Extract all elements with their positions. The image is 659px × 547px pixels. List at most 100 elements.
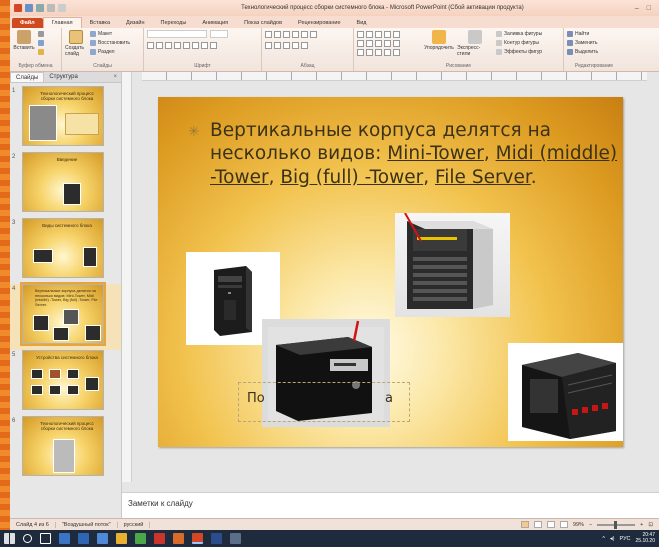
taskbar-app-icon[interactable] xyxy=(154,533,165,544)
numbering-icon[interactable] xyxy=(274,30,281,38)
taskbar-app-icon[interactable] xyxy=(97,533,108,544)
shape-star-icon[interactable] xyxy=(393,48,400,56)
slide-thumbnail[interactable]: 2 Введение xyxy=(10,152,121,218)
zoom-in-icon[interactable]: + xyxy=(640,522,643,528)
spacing-icon[interactable] xyxy=(192,41,199,49)
align-right-icon[interactable] xyxy=(283,41,290,49)
slide-canvas[interactable]: ✳ Вертикальные корпуса делятся на нескол… xyxy=(158,97,623,447)
shadow-icon[interactable] xyxy=(183,41,190,49)
windows-start-icon[interactable] xyxy=(4,533,15,544)
shape-outline-button[interactable]: Контур фигуры xyxy=(496,39,542,47)
language-indicator[interactable]: русский xyxy=(118,521,151,528)
close-icon[interactable]: × xyxy=(109,72,121,82)
link-file-server[interactable]: File Server xyxy=(435,167,531,188)
layout-button[interactable]: Макет xyxy=(90,30,130,38)
strikethrough-icon[interactable] xyxy=(174,41,181,49)
shape-fill-button[interactable]: Заливка фигуры xyxy=(496,30,542,38)
shape-curve-icon[interactable] xyxy=(366,48,373,56)
slide-title[interactable]: Вертикальные корпуса делятся на нескольк… xyxy=(210,119,620,189)
big-tower-image[interactable] xyxy=(508,343,623,441)
redo-icon[interactable] xyxy=(47,4,55,12)
shape-arrow-icon[interactable] xyxy=(357,48,364,56)
cut-button[interactable] xyxy=(38,30,44,38)
clock[interactable]: 20:47 25.10.20 xyxy=(636,532,655,544)
link-big-tower[interactable]: Big (full) -Tower xyxy=(280,167,423,188)
maximize-icon[interactable]: □ xyxy=(647,5,651,12)
slide-thumbnail[interactable]: 3 Виды системного блока xyxy=(10,218,121,284)
taskbar-app-icon[interactable] xyxy=(135,533,146,544)
underline-icon[interactable] xyxy=(165,41,172,49)
font-color-icon[interactable] xyxy=(210,41,217,49)
tab-home[interactable]: Главная xyxy=(42,17,82,28)
zoom-level[interactable]: 99% xyxy=(573,522,584,528)
taskbar-app-icon[interactable] xyxy=(230,533,241,544)
shape-arrow-icon[interactable] xyxy=(393,39,400,47)
shape-arrow-icon[interactable] xyxy=(384,39,391,47)
shape-effects-button[interactable]: Эффекты фигур xyxy=(496,48,542,56)
fit-slide-icon[interactable]: ⊡ xyxy=(648,522,653,528)
new-slide-button[interactable]: Создать слайд xyxy=(65,30,87,57)
indent-decrease-icon[interactable] xyxy=(283,30,290,38)
shape-line-icon[interactable] xyxy=(375,39,382,47)
file-server-image[interactable] xyxy=(395,212,510,317)
tab-insert[interactable]: Вставка xyxy=(82,18,118,28)
powerpoint-taskbar-icon[interactable] xyxy=(192,533,203,544)
shape-line-icon[interactable] xyxy=(384,30,391,38)
tab-view[interactable]: Вид xyxy=(349,18,375,28)
zoom-out-icon[interactable]: − xyxy=(589,522,592,528)
font-size-select[interactable] xyxy=(210,30,228,38)
section-button[interactable]: Раздел xyxy=(90,48,130,56)
bold-icon[interactable] xyxy=(147,41,154,49)
search-icon[interactable] xyxy=(23,534,32,543)
save-icon[interactable] xyxy=(25,4,33,12)
align-left-icon[interactable] xyxy=(265,41,272,49)
shape-brace-icon[interactable] xyxy=(384,48,391,56)
undo-icon[interactable] xyxy=(36,4,44,12)
reset-button[interactable]: Восстановить xyxy=(90,39,130,47)
tab-design[interactable]: Дизайн xyxy=(118,18,153,28)
shape-brace-icon[interactable] xyxy=(375,48,382,56)
indent-increase-icon[interactable] xyxy=(292,30,299,38)
find-button[interactable]: Найти xyxy=(567,30,598,38)
tab-review[interactable]: Рецензирование xyxy=(290,18,348,28)
task-view-icon[interactable] xyxy=(40,533,51,544)
keyboard-language[interactable]: РУС xyxy=(620,536,631,542)
shape-rect-icon[interactable] xyxy=(357,39,364,47)
shape-oval-icon[interactable] xyxy=(393,30,400,38)
shape-line-icon[interactable] xyxy=(375,30,382,38)
format-painter-button[interactable] xyxy=(38,48,44,56)
align-center-icon[interactable] xyxy=(274,41,281,49)
notes-pane[interactable]: Заметки к слайду xyxy=(122,492,659,518)
select-button[interactable]: Выделить xyxy=(567,48,598,56)
shape-rect-icon[interactable] xyxy=(366,30,373,38)
taskbar-app-icon[interactable] xyxy=(211,533,222,544)
tab-outline[interactable]: Структура xyxy=(44,72,82,82)
qat-customize-icon[interactable] xyxy=(58,4,66,12)
text-placeholder[interactable]: По а xyxy=(238,382,410,422)
tab-transitions[interactable]: Переходы xyxy=(153,18,195,28)
slide-thumbnail-selected[interactable]: 4 Вертикальные корпуса делятся на нескол… xyxy=(10,282,121,350)
justify-icon[interactable] xyxy=(292,41,299,49)
chevron-up-icon[interactable]: ^ xyxy=(602,536,605,542)
link-mini-tower[interactable]: Mini-Tower xyxy=(387,143,484,164)
quick-styles-button[interactable]: Экспресс-стили xyxy=(457,30,493,57)
tab-slides[interactable]: Слайды xyxy=(10,72,45,82)
bullets-icon[interactable] xyxy=(265,30,272,38)
line-spacing-icon[interactable] xyxy=(301,30,308,38)
tab-slideshow[interactable]: Показ слайдов xyxy=(236,18,290,28)
taskbar-app-icon[interactable] xyxy=(116,533,127,544)
reading-view-icon[interactable] xyxy=(546,521,555,528)
tab-animations[interactable]: Анимация xyxy=(194,18,236,28)
case-icon[interactable] xyxy=(201,41,208,49)
paste-button[interactable]: Вставить xyxy=(13,30,35,51)
font-family-select[interactable] xyxy=(147,30,207,38)
taskbar-app-icon[interactable] xyxy=(173,533,184,544)
shapes-gallery[interactable] xyxy=(357,30,421,56)
taskbar-app-icon[interactable] xyxy=(59,533,70,544)
slideshow-icon[interactable] xyxy=(559,521,568,528)
shape-rect-icon[interactable] xyxy=(357,30,364,38)
slide-thumbnail[interactable]: 5 Устройства системного блока xyxy=(10,350,121,416)
slide-thumbnail[interactable]: 1 Технологический процесс сборки системн… xyxy=(10,86,121,152)
columns-icon[interactable] xyxy=(310,30,317,38)
arrange-button[interactable]: Упорядочить xyxy=(424,30,454,51)
